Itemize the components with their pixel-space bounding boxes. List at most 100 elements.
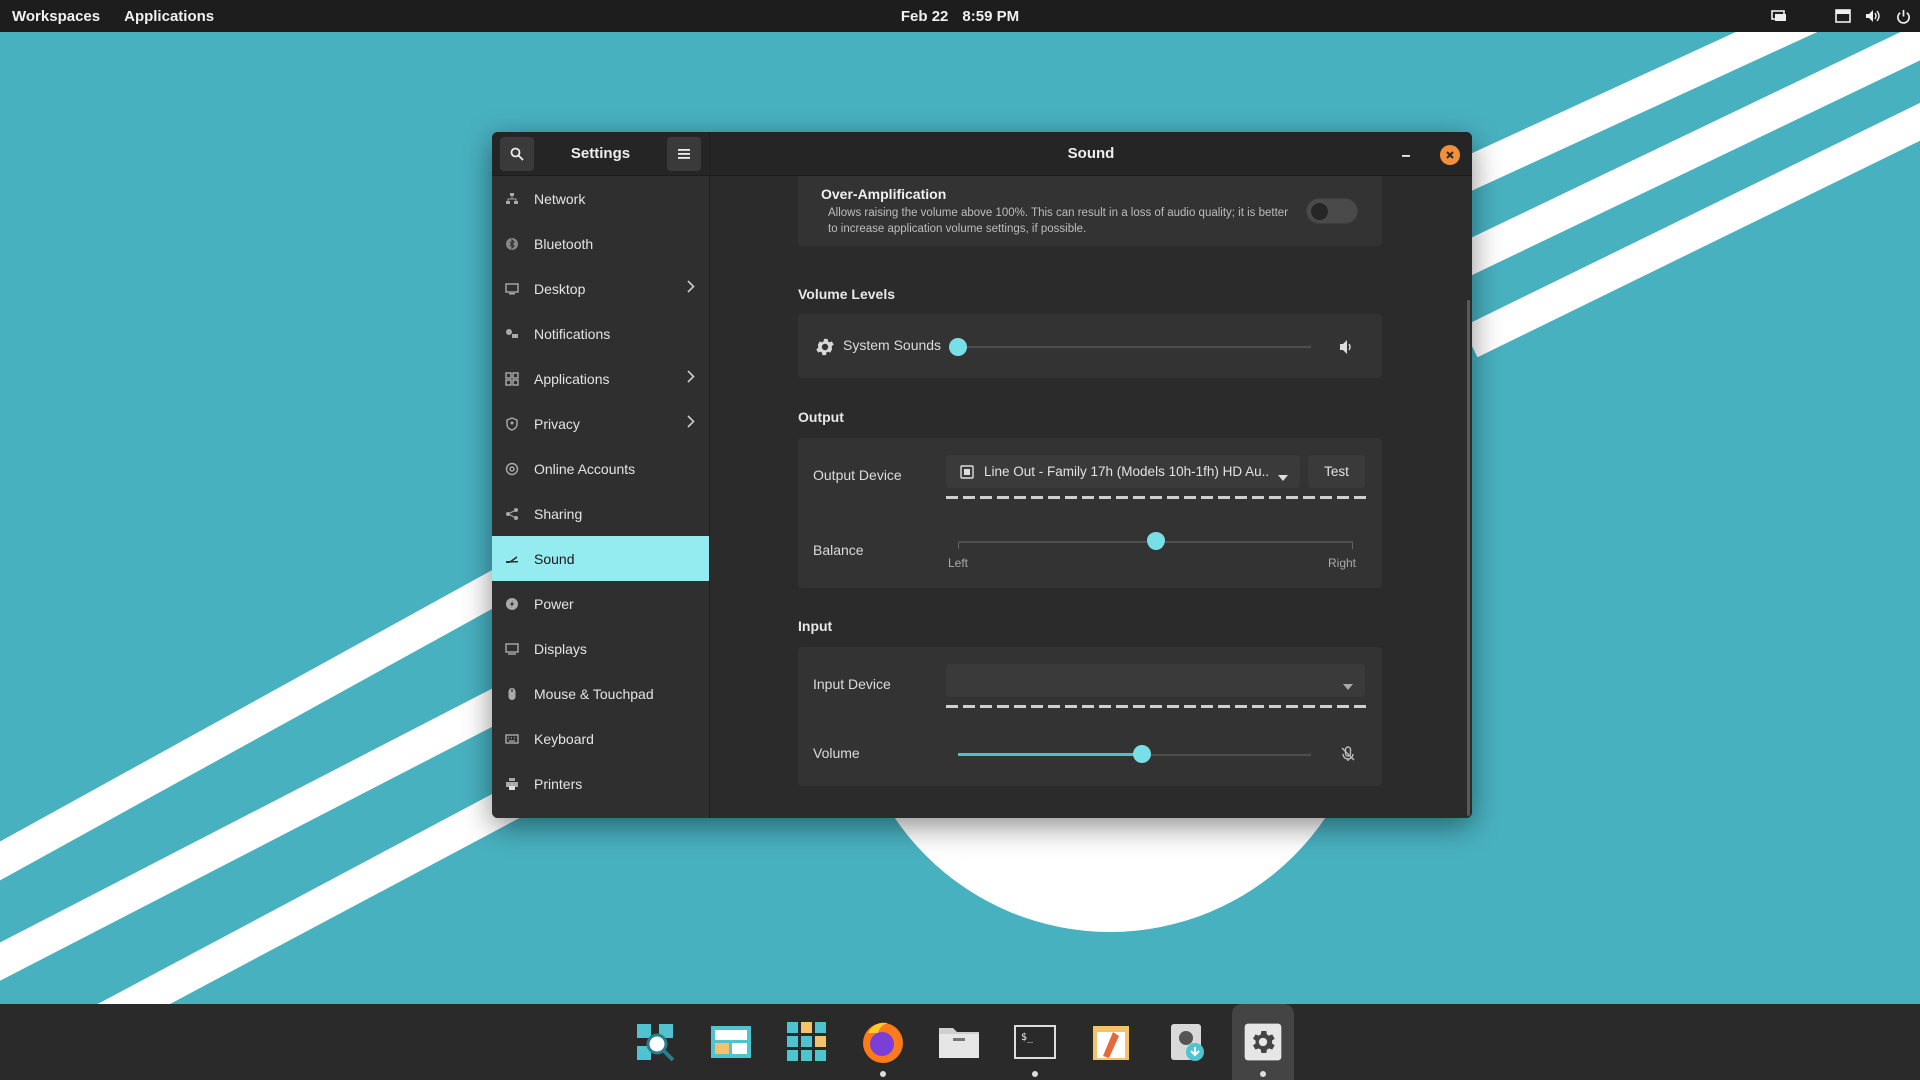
speaker-icon[interactable] bbox=[1339, 339, 1355, 355]
sound-card-icon bbox=[960, 464, 974, 479]
sidebar-item-label: Applications bbox=[534, 370, 610, 387]
app-grid-icon bbox=[785, 1020, 829, 1064]
privacy-icon bbox=[504, 416, 520, 432]
input-volume-fill bbox=[958, 753, 1142, 756]
running-indicator bbox=[880, 1071, 886, 1077]
chevron-down-icon bbox=[1278, 469, 1288, 484]
minimize-button[interactable] bbox=[1396, 142, 1416, 164]
dock: $_ bbox=[0, 1004, 1920, 1080]
workspaces-app-icon bbox=[709, 1020, 753, 1064]
volume-icon[interactable] bbox=[1862, 5, 1884, 27]
scrollbar[interactable] bbox=[1467, 300, 1470, 816]
close-icon bbox=[1446, 151, 1454, 159]
sound-panel: Sound Over-Amplification Allows raising … bbox=[710, 132, 1472, 818]
share-icon bbox=[504, 506, 520, 522]
sidebar-title: Settings bbox=[570, 145, 631, 162]
balance-right-label: Right bbox=[1328, 556, 1357, 570]
firefox-icon bbox=[860, 1019, 906, 1065]
dock-item-text-editor[interactable] bbox=[1080, 1010, 1142, 1074]
minimize-icon bbox=[1402, 155, 1410, 157]
input-heading: Input bbox=[798, 618, 833, 634]
dock-item-search-app[interactable] bbox=[624, 1010, 686, 1074]
sidebar-item-label: Desktop bbox=[534, 280, 586, 297]
keyboard-icon bbox=[504, 731, 520, 747]
input-volume-label: Volume bbox=[813, 745, 860, 761]
applications-button[interactable]: Applications bbox=[112, 0, 226, 32]
dock-item-firefox[interactable] bbox=[852, 1010, 914, 1077]
input-volume-slider-knob[interactable] bbox=[1132, 745, 1151, 763]
system-sounds-slider-knob[interactable] bbox=[949, 338, 967, 356]
clock[interactable]: Feb 22 8:59 PM bbox=[0, 0, 1920, 32]
sidebar-item-sharing[interactable]: Sharing bbox=[492, 491, 709, 536]
balance-slider-knob[interactable] bbox=[1146, 532, 1165, 550]
close-button[interactable] bbox=[1440, 145, 1460, 165]
running-indicator bbox=[1032, 1071, 1038, 1077]
applications-grid-icon bbox=[504, 371, 520, 387]
settings-app-icon bbox=[1243, 1022, 1283, 1062]
at-sign-icon bbox=[504, 461, 520, 477]
clock-date[interactable]: Feb 22 bbox=[901, 8, 949, 25]
network-icon bbox=[504, 191, 520, 207]
screen-share-icon[interactable] bbox=[1768, 5, 1790, 27]
dock-item-app-grid[interactable] bbox=[776, 1010, 838, 1074]
input-card: Input Device Volume bbox=[798, 647, 1382, 786]
sidebar-item-mouse-touchpad[interactable]: Mouse & Touchpad bbox=[492, 671, 709, 716]
hamburger-menu-icon bbox=[678, 148, 690, 159]
over-amplification-toggle[interactable] bbox=[1306, 198, 1358, 224]
sidebar-item-displays[interactable]: Displays bbox=[492, 626, 709, 671]
search-button[interactable] bbox=[500, 136, 534, 171]
sidebar-item-label: Sharing bbox=[534, 505, 583, 522]
power-icon[interactable] bbox=[1892, 5, 1914, 27]
balance-label: Balance bbox=[813, 542, 864, 558]
files-icon bbox=[937, 1020, 981, 1064]
toggle-knob bbox=[1311, 203, 1328, 220]
menu-button[interactable] bbox=[667, 136, 701, 171]
balance-tick-left bbox=[958, 543, 959, 549]
sidebar-item-power[interactable]: Power bbox=[492, 581, 709, 626]
display-icon bbox=[504, 641, 520, 657]
settings-window: Settings Network Bluetooth Desktop Notifica… bbox=[492, 132, 1472, 818]
dock-item-settings-app[interactable] bbox=[1232, 1004, 1294, 1080]
sidebar-item-online-accounts[interactable]: Online Accounts bbox=[492, 446, 709, 491]
workspaces-button[interactable]: Workspaces bbox=[0, 0, 112, 32]
power-icon bbox=[504, 596, 520, 612]
sidebar-item-label: Printers bbox=[534, 775, 583, 792]
sidebar-item-label: Bluetooth bbox=[534, 235, 594, 252]
sidebar-item-sound[interactable]: Sound bbox=[492, 536, 709, 581]
running-indicator bbox=[1260, 1071, 1266, 1077]
sidebar-item-network[interactable]: Network bbox=[492, 176, 709, 221]
sidebar-item-privacy[interactable]: Privacy bbox=[492, 401, 709, 446]
output-device-label: Output Device bbox=[813, 467, 902, 483]
chevron-right-icon bbox=[687, 415, 695, 431]
sidebar-item-label: Online Accounts bbox=[534, 460, 636, 477]
volume-levels-heading: Volume Levels bbox=[798, 286, 896, 302]
sidebar-item-keyboard[interactable]: Keyboard bbox=[492, 716, 709, 761]
dock-item-terminal[interactable]: $_ bbox=[1004, 1010, 1066, 1077]
sidebar-item-printers[interactable]: Printers bbox=[492, 761, 709, 806]
input-device-dropdown[interactable] bbox=[946, 664, 1365, 697]
text-editor-icon bbox=[1089, 1020, 1133, 1064]
volume-levels-card: System Sounds bbox=[798, 314, 1382, 378]
system-sounds-track[interactable] bbox=[958, 346, 1311, 348]
sidebar-item-applications[interactable]: Applications bbox=[492, 356, 709, 401]
sidebar-item-label: Notifications bbox=[534, 325, 611, 342]
chevron-down-icon bbox=[1343, 678, 1353, 693]
microphone-muted-icon[interactable] bbox=[1340, 746, 1356, 762]
keyboard-layout-icon[interactable] bbox=[1832, 5, 1854, 27]
clock-time[interactable]: 8:59 PM bbox=[962, 8, 1019, 25]
sidebar-item-notifications[interactable]: Notifications bbox=[492, 311, 709, 356]
balance-tick-right bbox=[1352, 543, 1353, 549]
dock-item-workspaces-app[interactable] bbox=[700, 1010, 762, 1074]
test-button[interactable]: Test bbox=[1308, 455, 1365, 488]
sidebar-item-bluetooth[interactable]: Bluetooth bbox=[492, 221, 709, 266]
output-level-meter bbox=[946, 496, 1366, 499]
dock-item-popshop[interactable] bbox=[1156, 1010, 1218, 1074]
output-device-dropdown[interactable]: Line Out - Family 17h (Models 10h-1fh) H… bbox=[946, 455, 1300, 488]
over-amplification-description: Allows raising the volume above 100%. Th… bbox=[828, 207, 1289, 235]
sidebar-item-label: Keyboard bbox=[534, 730, 594, 747]
notifications-icon bbox=[504, 326, 520, 342]
mouse-icon bbox=[504, 686, 520, 702]
sidebar-item-desktop[interactable]: Desktop bbox=[492, 266, 709, 311]
dock-item-files[interactable] bbox=[928, 1010, 990, 1074]
balance-left-label: Left bbox=[948, 556, 969, 570]
